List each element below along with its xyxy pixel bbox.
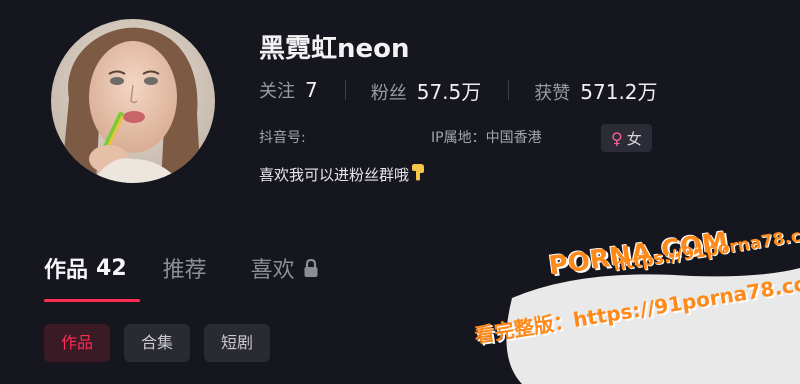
pointing-down-icon bbox=[411, 163, 425, 185]
tab-likes[interactable]: 喜欢 bbox=[251, 252, 319, 284]
bio-text: 喜欢我可以进粉丝群哦 bbox=[259, 165, 410, 184]
chip-works[interactable]: 作品 bbox=[44, 324, 111, 362]
tab-label: 推荐 bbox=[162, 258, 207, 283]
avatar[interactable] bbox=[51, 19, 215, 183]
gender-label: 女 bbox=[626, 129, 642, 148]
stat-value: 57.5万 bbox=[416, 79, 482, 104]
chip-collections[interactable]: 合集 bbox=[124, 324, 191, 362]
tab-count: 42 bbox=[96, 255, 127, 281]
ip-location: IP属地：中国香港 bbox=[431, 130, 542, 146]
active-tab-indicator bbox=[44, 299, 140, 302]
profile-tabs: 作品 42 推荐 喜欢 bbox=[44, 248, 363, 288]
stat-likes[interactable]: 获赞 571.2万 bbox=[534, 76, 657, 105]
stat-label: 关注 bbox=[259, 81, 295, 102]
watermark-bottom-text: 看完整版：https://91porna78.com bbox=[472, 268, 800, 348]
female-icon: ♀ bbox=[611, 128, 623, 148]
profile-stats: 关注 7 粉丝 57.5万 获赞 571.2万 bbox=[259, 76, 658, 104]
bio: 喜欢我可以进粉丝群哦 bbox=[259, 163, 425, 185]
watermark-backdrop bbox=[506, 268, 800, 384]
stat-followers[interactable]: 粉丝 57.5万 bbox=[371, 76, 482, 105]
stat-label: 获赞 bbox=[534, 82, 571, 104]
tab-label: 喜欢 bbox=[250, 258, 295, 283]
douyin-id-label: 抖音号: bbox=[259, 130, 306, 146]
watermark-logo: PORNA.COM bbox=[547, 226, 730, 282]
stat-label: 粉丝 bbox=[370, 82, 407, 104]
lock-icon bbox=[303, 258, 319, 278]
stat-value: 7 bbox=[305, 78, 318, 102]
watermark: PORNA.COM https://91porna78.com 看完整版：htt… bbox=[462, 222, 800, 384]
stat-divider bbox=[508, 80, 510, 100]
tab-works[interactable]: 作品 42 bbox=[44, 252, 127, 284]
watermark-url: https://91porna78.com bbox=[612, 221, 800, 276]
tab-label: 作品 bbox=[44, 258, 89, 283]
avatar-image bbox=[51, 19, 215, 183]
nickname: 黑霓虹neon bbox=[259, 34, 410, 64]
stat-value: 571.2万 bbox=[580, 79, 658, 104]
tab-recommend[interactable]: 推荐 bbox=[163, 252, 207, 284]
gender-badge: ♀ 女 bbox=[601, 124, 652, 152]
content-filter-chips: 作品 合集 短剧 bbox=[44, 324, 284, 362]
stat-following[interactable]: 关注 7 bbox=[259, 77, 318, 103]
stat-divider bbox=[344, 80, 346, 100]
chip-short-dramas[interactable]: 短剧 bbox=[204, 324, 271, 362]
